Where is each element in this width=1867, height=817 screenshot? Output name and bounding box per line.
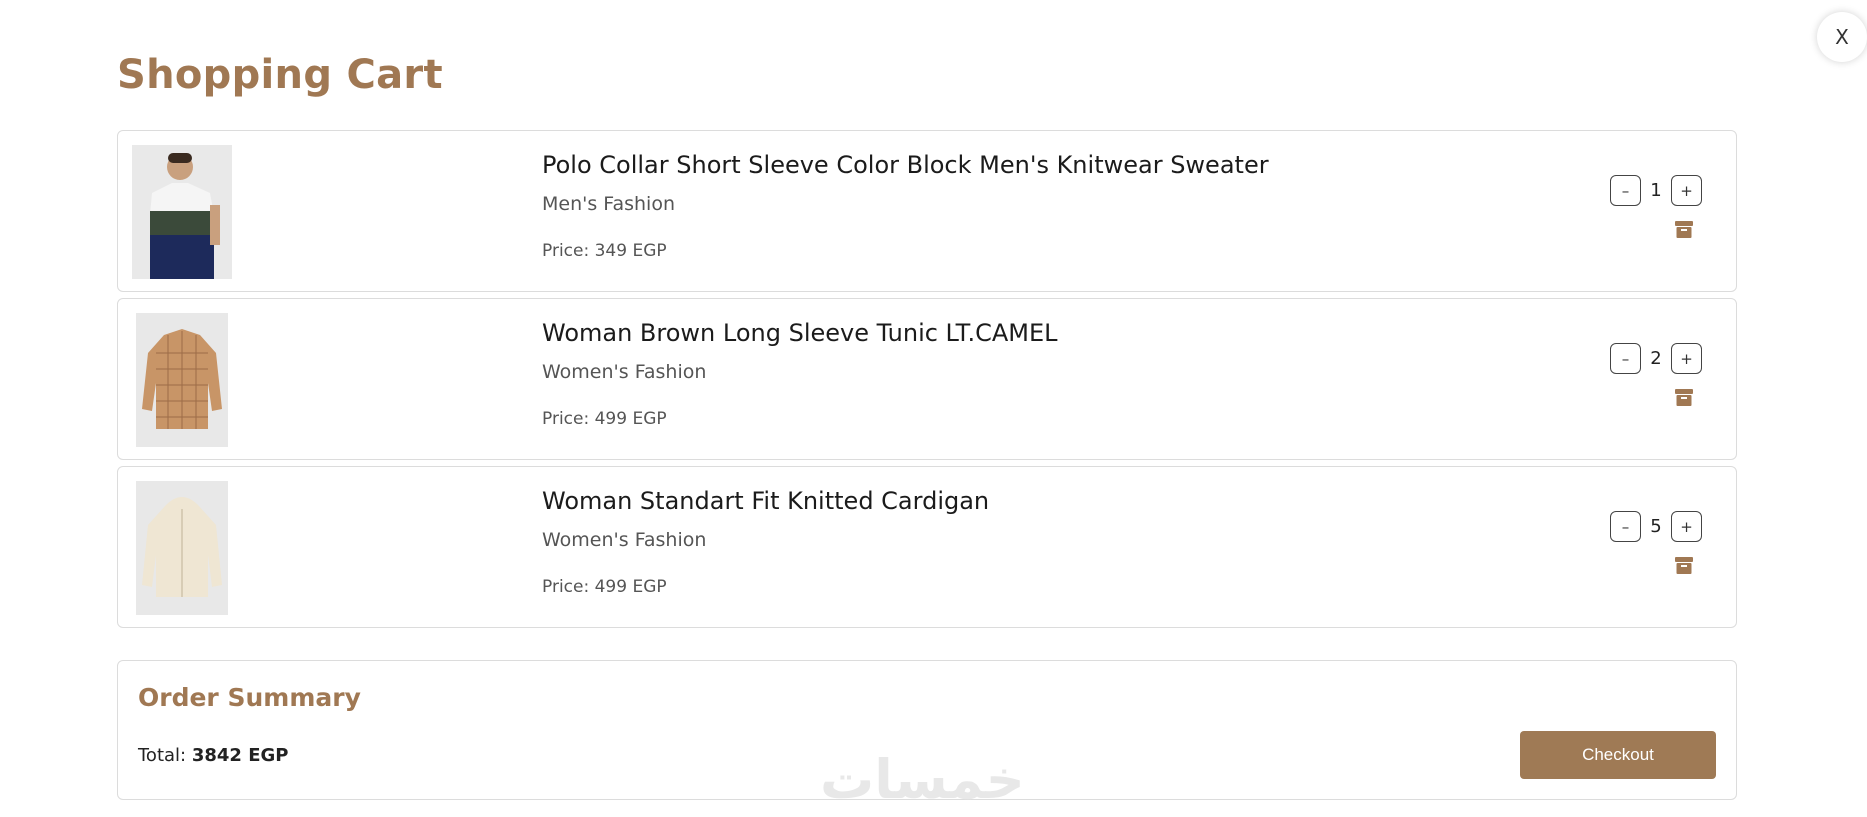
delete-icon[interactable] bbox=[1675, 219, 1693, 239]
product-price: Price: 499 EGP bbox=[542, 577, 667, 597]
product-category: Men's Fashion bbox=[542, 193, 675, 215]
quantity-stepper: – 2 + bbox=[1610, 343, 1702, 374]
product-name[interactable]: Polo Collar Short Sleeve Color Block Men… bbox=[542, 151, 1269, 179]
total-label: Total: bbox=[138, 745, 187, 766]
summary-title: Order Summary bbox=[138, 683, 361, 712]
product-image-tunic bbox=[136, 313, 228, 447]
product-category: Women's Fashion bbox=[542, 529, 707, 551]
product-image-polo bbox=[132, 145, 232, 279]
increment-button[interactable]: + bbox=[1671, 511, 1702, 542]
cart-item: Woman Standart Fit Knitted Cardigan Wome… bbox=[117, 466, 1737, 628]
page-title: Shopping Cart bbox=[117, 52, 443, 98]
product-price: Price: 349 EGP bbox=[542, 241, 667, 261]
close-label: X bbox=[1835, 25, 1849, 49]
product-image[interactable] bbox=[136, 313, 228, 447]
order-total: Total: 3842 EGP bbox=[138, 745, 288, 766]
checkout-button[interactable]: Checkout bbox=[1520, 731, 1716, 779]
cart-item: Polo Collar Short Sleeve Color Block Men… bbox=[117, 130, 1737, 292]
delete-icon[interactable] bbox=[1675, 555, 1693, 575]
close-button[interactable]: X bbox=[1817, 12, 1867, 62]
quantity-stepper: – 5 + bbox=[1610, 511, 1702, 542]
product-name[interactable]: Woman Brown Long Sleeve Tunic LT.CAMEL bbox=[542, 319, 1057, 347]
product-info: Polo Collar Short Sleeve Color Block Men… bbox=[542, 151, 1269, 261]
product-image[interactable] bbox=[132, 145, 232, 279]
quantity-stepper: – 1 + bbox=[1610, 175, 1702, 206]
product-name[interactable]: Woman Standart Fit Knitted Cardigan bbox=[542, 487, 989, 515]
cart-item: Woman Brown Long Sleeve Tunic LT.CAMEL W… bbox=[117, 298, 1737, 460]
total-value: 3842 EGP bbox=[191, 745, 289, 766]
delete-icon[interactable] bbox=[1675, 387, 1693, 407]
product-category: Women's Fashion bbox=[542, 361, 707, 383]
increment-button[interactable]: + bbox=[1671, 343, 1702, 374]
increment-button[interactable]: + bbox=[1671, 175, 1702, 206]
quantity-value: 5 bbox=[1650, 516, 1662, 537]
product-image-cardigan bbox=[136, 481, 228, 615]
quantity-value: 1 bbox=[1650, 180, 1662, 201]
product-info: Woman Brown Long Sleeve Tunic LT.CAMEL W… bbox=[542, 319, 1057, 429]
decrement-button[interactable]: – bbox=[1610, 511, 1641, 542]
product-info: Woman Standart Fit Knitted Cardigan Wome… bbox=[542, 487, 989, 597]
quantity-value: 2 bbox=[1650, 348, 1662, 369]
watermark-logo: خمسات bbox=[820, 748, 1025, 811]
decrement-button[interactable]: – bbox=[1610, 343, 1641, 374]
cart-page: X Shopping Cart Polo Collar Short Sleeve… bbox=[0, 0, 1867, 817]
decrement-button[interactable]: – bbox=[1610, 175, 1641, 206]
product-price: Price: 499 EGP bbox=[542, 409, 667, 429]
product-image[interactable] bbox=[136, 481, 228, 615]
